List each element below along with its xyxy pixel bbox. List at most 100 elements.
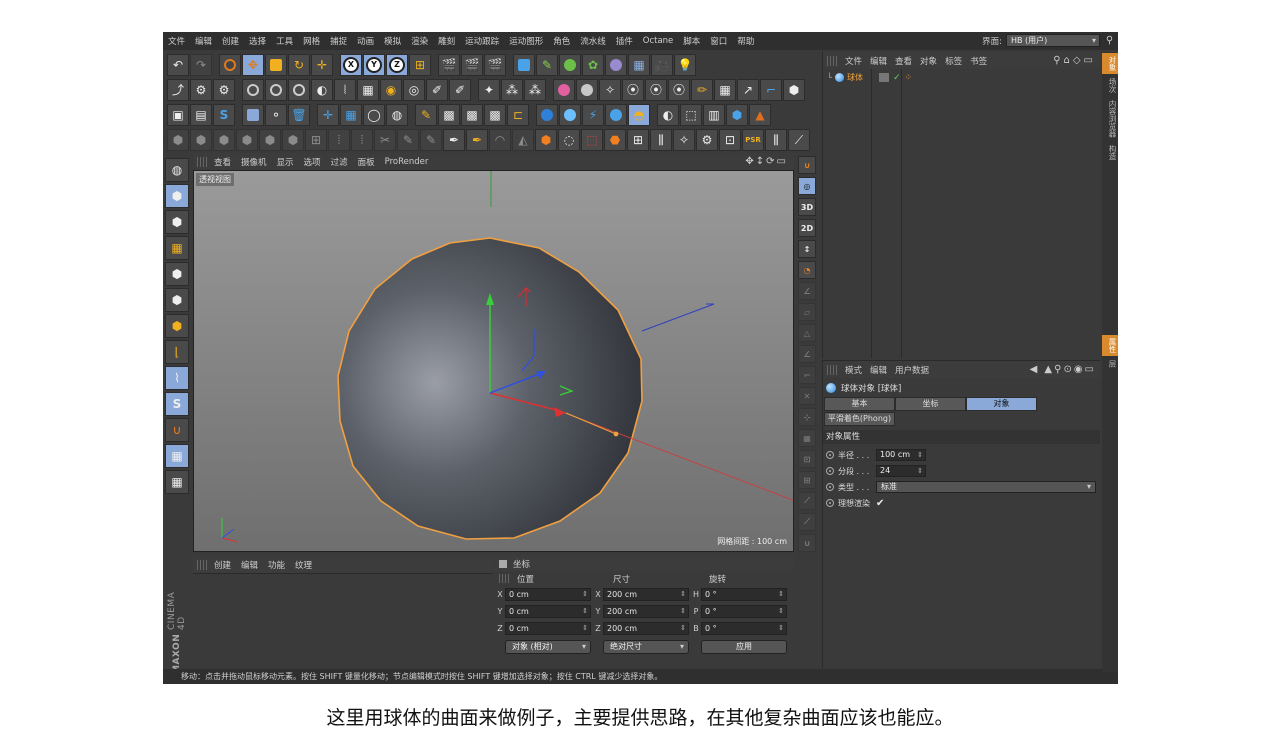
chart-icon[interactable]: ⫼: [765, 129, 787, 151]
position-x-field[interactable]: 0 cm: [505, 588, 591, 601]
om-menu-view[interactable]: 查看: [891, 55, 916, 67]
anim-radio-icon[interactable]: [826, 451, 834, 459]
paint-icon[interactable]: ✐: [449, 79, 471, 101]
snap-radial-icon[interactable]: ◔: [798, 261, 816, 279]
menu-plugins[interactable]: 插件: [611, 35, 638, 47]
y-axis-lock-icon[interactable]: Y: [363, 54, 385, 76]
material-menu-texture[interactable]: 纹理: [290, 559, 317, 571]
snap-2d-button[interactable]: 2D: [798, 219, 816, 237]
viewport-nav-icons[interactable]: ✥↕⟳▭: [745, 156, 794, 167]
menu-render[interactable]: 渲染: [406, 35, 433, 47]
octane-obj-icon[interactable]: ⬢: [726, 104, 748, 126]
menu-mograph[interactable]: 运动图形: [504, 35, 548, 47]
particles-icon[interactable]: ⁂: [501, 79, 523, 101]
pen-spline-icon[interactable]: ✎: [536, 54, 558, 76]
interface-select[interactable]: HB (用户): [1006, 34, 1100, 47]
rotate-tool-icon[interactable]: ↻: [288, 54, 310, 76]
om-toolbar-icons[interactable]: ⚲⌂◇▭: [1053, 55, 1100, 66]
viewport-menu-filter[interactable]: 过滤: [326, 156, 353, 168]
measure-icon[interactable]: ✧: [673, 129, 695, 151]
material-menu-function[interactable]: 功能: [263, 559, 290, 571]
snap-icon[interactable]: ◎: [403, 79, 425, 101]
texture-cube-icon[interactable]: ⬢: [165, 210, 189, 234]
tab-basic[interactable]: 基本: [824, 397, 895, 411]
octane-tex-icon[interactable]: ▥: [703, 104, 725, 126]
snap-polygon-icon[interactable]: △: [798, 324, 816, 342]
render-picture-viewer-icon[interactable]: 🎬: [461, 54, 483, 76]
checker-2-icon[interactable]: ▩: [461, 104, 483, 126]
bridge-icon[interactable]: ⬢: [213, 129, 235, 151]
bend-icon[interactable]: ⌐: [760, 79, 782, 101]
points-cube-icon[interactable]: ⬢: [165, 262, 189, 286]
edit-render-icon[interactable]: ✏: [691, 79, 713, 101]
tweak-mode-icon[interactable]: ⌇: [165, 366, 189, 390]
visibility-check-icon[interactable]: ✓: [893, 73, 901, 83]
octane-material-icon[interactable]: [559, 104, 581, 126]
position-z-field[interactable]: 0 cm: [505, 622, 591, 635]
menu-file[interactable]: 文件: [163, 35, 190, 47]
magnet-tool-icon[interactable]: ⚙: [190, 79, 212, 101]
menu-character[interactable]: 角色: [548, 35, 575, 47]
search-icon[interactable]: ⚲: [1103, 34, 1116, 47]
pencil-icon[interactable]: ✎: [415, 104, 437, 126]
floor-icon[interactable]: ▦: [628, 54, 650, 76]
extrude-icon[interactable]: ⬢: [167, 129, 189, 151]
coord-size-select[interactable]: 绝对尺寸: [603, 640, 689, 654]
script-s-icon[interactable]: S: [213, 104, 235, 126]
settings-gear-icon[interactable]: ⚙: [696, 129, 718, 151]
om-menu-edit[interactable]: 编辑: [866, 55, 891, 67]
menu-mesh[interactable]: 网格: [298, 35, 325, 47]
snap-midpoint-icon[interactable]: ⊹: [798, 408, 816, 426]
side-tab-objects[interactable]: 对象: [1102, 53, 1118, 74]
size-y-field[interactable]: 200 cm: [603, 605, 689, 618]
side-tab-content-browser[interactable]: 内容浏览器: [1102, 97, 1118, 141]
points-mode-icon[interactable]: [242, 79, 264, 101]
size-z-field[interactable]: 200 cm: [603, 622, 689, 635]
snap-3d-button[interactable]: 3D: [798, 198, 816, 216]
anim-radio-icon[interactable]: [826, 483, 834, 491]
magnet-2-icon[interactable]: ◠: [489, 129, 511, 151]
type-select[interactable]: 标准: [876, 481, 1096, 493]
ideal-render-checkbox[interactable]: ✔: [876, 498, 884, 509]
coord-mode-select[interactable]: 对象 (相对): [505, 640, 591, 654]
orbit-icon[interactable]: ◯: [363, 104, 385, 126]
shader-icon[interactable]: [576, 79, 598, 101]
snap-side-icon[interactable]: ∪: [798, 156, 816, 174]
checker-icon[interactable]: ▩: [438, 104, 460, 126]
menu-pipeline[interactable]: 流水线: [575, 35, 611, 47]
x-axis-lock-icon[interactable]: X: [340, 54, 362, 76]
edges-cube-icon[interactable]: ⬢: [165, 288, 189, 312]
render-settings-icon[interactable]: 🎬: [484, 54, 506, 76]
attr-menu-mode[interactable]: 模式: [841, 364, 866, 376]
fx-icon[interactable]: ⦿: [645, 79, 667, 101]
octane-sphere-icon[interactable]: ◐: [657, 104, 679, 126]
attr-nav-icons[interactable]: ◀ ▲⚲⊙◉▭: [1030, 364, 1100, 375]
material-manager-area[interactable]: [193, 573, 493, 667]
inset-icon[interactable]: ⬢: [236, 129, 258, 151]
coordinate-system-icon[interactable]: ⊞: [409, 54, 431, 76]
reverse-normal-icon[interactable]: ◌: [558, 129, 580, 151]
tab-object[interactable]: 对象: [966, 397, 1037, 411]
tab-coord[interactable]: 坐标: [895, 397, 966, 411]
snap-axis-icon[interactable]: ⌐: [798, 366, 816, 384]
model-mode-icon[interactable]: ◐: [311, 79, 333, 101]
anim-radio-icon[interactable]: [826, 499, 834, 507]
material-menu-edit[interactable]: 编辑: [236, 559, 263, 571]
polygons-cube-icon[interactable]: ⬢: [165, 314, 189, 338]
deformer-icon[interactable]: [605, 54, 627, 76]
solo-s-icon[interactable]: S: [165, 392, 189, 416]
axis-mode-icon[interactable]: ⌊: [165, 340, 189, 364]
om-menu-file[interactable]: 文件: [841, 55, 866, 67]
panel-grip-icon[interactable]: [827, 364, 837, 375]
optimize-icon[interactable]: ⬚: [581, 129, 603, 151]
triangulate-icon[interactable]: ⬣: [604, 129, 626, 151]
select-arrow-icon[interactable]: [219, 54, 241, 76]
hair-icon[interactable]: ⁂: [524, 79, 546, 101]
om-menu-objects[interactable]: 对象: [916, 55, 941, 67]
radius-field[interactable]: 100 cm: [876, 449, 926, 461]
octane-light-icon[interactable]: ⚡: [582, 104, 604, 126]
om-menu-tags[interactable]: 标签: [941, 55, 966, 67]
snap-perp-icon[interactable]: ⟋: [798, 513, 816, 531]
edges-mode-icon[interactable]: [265, 79, 287, 101]
cube-icon[interactable]: [513, 54, 535, 76]
